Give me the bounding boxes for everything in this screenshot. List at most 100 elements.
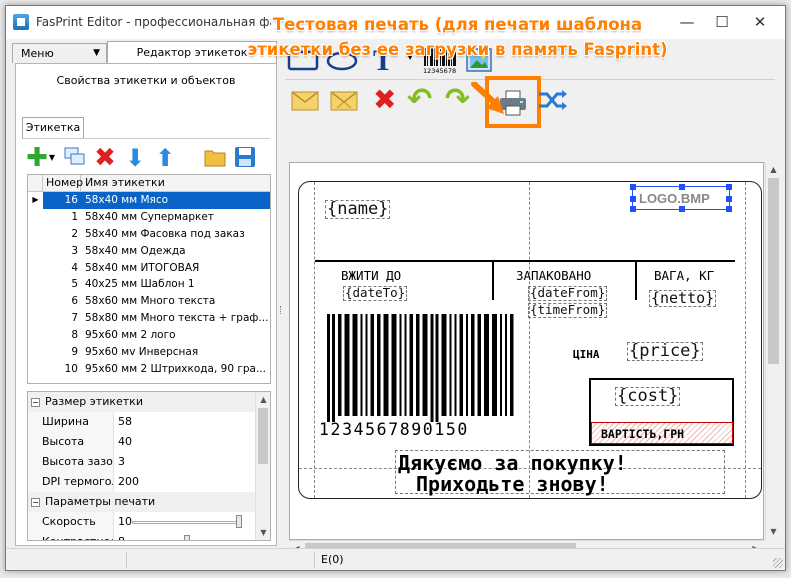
table-row[interactable]: 8 95x60 мм 2 лого	[28, 327, 270, 344]
table-row[interactable]: 2 58x40 мм Фасовка под заказ	[28, 226, 270, 243]
table-row[interactable]: 5 40x25 мм Шаблон 1	[28, 276, 270, 293]
property-value[interactable]: 3	[114, 452, 270, 472]
editor-area: T ▼ 12345678 ✖ ↶ ↷ {name} LOGO.BMP ВЖИТИ…	[285, 42, 781, 562]
row-selector[interactable]	[28, 243, 43, 260]
column-header-number[interactable]: Номер	[43, 175, 83, 191]
table-row[interactable]: ▶ 16 58x40 мм Мясо	[28, 192, 270, 209]
row-selector[interactable]	[28, 327, 43, 344]
resize-handle[interactable]	[726, 206, 732, 212]
delete-object-icon[interactable]: ✖	[373, 84, 396, 116]
property-row-contrast[interactable]: Контрастность 8	[28, 532, 270, 540]
resize-handle[interactable]	[679, 184, 685, 190]
time-from-field[interactable]: {timeFrom}	[528, 303, 608, 318]
maximize-button[interactable]: ☐	[707, 10, 737, 34]
move-up-icon[interactable]: ⬆	[152, 146, 178, 170]
resize-handle[interactable]	[679, 206, 685, 212]
table-row[interactable]: 7 58x80 мм Много текста + граф...	[28, 310, 270, 327]
collapse-icon[interactable]: −	[31, 397, 40, 407]
row-selector[interactable]	[28, 226, 43, 243]
barcode-bar	[360, 314, 363, 416]
collapse-icon[interactable]: −	[31, 497, 40, 507]
resize-handle[interactable]	[630, 184, 636, 190]
cost-title-box[interactable]: ВАРТІСТЬ,ГРН	[591, 422, 733, 444]
column-header-name[interactable]: Имя этикетки	[81, 175, 270, 191]
row-selector[interactable]	[28, 209, 43, 226]
property-value[interactable]: 58	[114, 412, 270, 432]
thanks-text-box[interactable]: Дякуємо за покупку! Приходьте знову!	[395, 450, 725, 496]
property-value: 8	[118, 535, 125, 540]
table-row[interactable]: 4 58x40 мм ИТОГОВАЯ	[28, 260, 270, 277]
barcode-bar	[332, 314, 335, 422]
property-grid-scrollbar[interactable]: ▲ ▼	[255, 392, 270, 540]
move-down-icon[interactable]: ⬇	[122, 146, 148, 170]
row-selector[interactable]	[28, 293, 43, 310]
close-button[interactable]: ✕	[745, 10, 775, 34]
resize-handle[interactable]	[630, 206, 636, 212]
name-field[interactable]: {name}	[325, 200, 391, 219]
property-row-gap[interactable]: Высота зазор... 3	[28, 452, 270, 472]
speed-slider-cell[interactable]: 10	[114, 512, 270, 532]
row-selector[interactable]	[28, 260, 43, 277]
resize-grip-icon[interactable]	[773, 558, 783, 568]
canvas-vertical-scrollbar[interactable]: ▲ ▼	[765, 162, 780, 540]
barcode-bar	[441, 314, 447, 416]
cost-field[interactable]: {cost}	[615, 387, 681, 406]
category-label-size[interactable]: − Размер этикетки	[28, 392, 270, 412]
scroll-thumb[interactable]	[258, 408, 268, 464]
property-row-dpi[interactable]: DPI термогол... 200	[28, 472, 270, 492]
chevron-down-icon[interactable]: ▼	[46, 146, 58, 170]
property-value[interactable]: 200	[114, 472, 270, 492]
table-row[interactable]: 1 58x40 мм Супермаркет	[28, 209, 270, 226]
property-row-speed[interactable]: Скорость 10	[28, 512, 270, 532]
tab-menu[interactable]: Меню ▼	[12, 43, 107, 63]
scroll-up-icon[interactable]: ▲	[256, 392, 270, 407]
scroll-thumb[interactable]	[768, 178, 779, 364]
scroll-down-icon[interactable]: ▼	[256, 525, 270, 540]
row-selector[interactable]	[28, 276, 43, 293]
label-number: 5	[71, 278, 78, 291]
barcode[interactable]	[325, 314, 525, 422]
mail-icon[interactable]	[290, 86, 320, 117]
mail-send-icon[interactable]	[329, 86, 359, 117]
undo-icon[interactable]: ↶	[407, 84, 432, 116]
contrast-slider-cell[interactable]: 8	[114, 532, 270, 540]
property-row-width[interactable]: Ширина 58	[28, 412, 270, 432]
price-field[interactable]: {price}	[627, 342, 703, 361]
scroll-down-icon[interactable]: ▼	[766, 524, 781, 539]
splitter-handle[interactable]	[280, 306, 284, 314]
label-canvas[interactable]: {name} LOGO.BMP ВЖИТИ ДО {dateTo} ЗАПАКО…	[289, 162, 764, 540]
logo-field[interactable]: LOGO.BMP	[630, 184, 732, 212]
resize-handle[interactable]	[630, 196, 636, 202]
netto-field[interactable]: {netto}	[649, 290, 717, 307]
copy-label-icon[interactable]	[62, 146, 88, 170]
property-row-height[interactable]: Высота 40	[28, 432, 270, 452]
open-folder-icon[interactable]	[202, 146, 228, 170]
table-row[interactable]: 3 58x40 мм Одежда	[28, 243, 270, 260]
tab-label[interactable]: Этикетка	[22, 117, 84, 138]
speed-slider[interactable]	[132, 521, 242, 524]
speed-slider-thumb[interactable]	[236, 515, 242, 528]
row-selector[interactable]	[28, 310, 43, 327]
row-selector[interactable]	[28, 361, 43, 378]
property-value[interactable]: 40	[114, 432, 270, 452]
current-row-indicator-icon[interactable]: ▶	[28, 192, 43, 209]
date-from-field[interactable]: {dateFrom}	[528, 286, 608, 301]
redo-icon[interactable]: ↷	[445, 84, 470, 116]
table-row[interactable]: 6 58x60 мм Много текста	[28, 293, 270, 310]
save-icon[interactable]	[232, 146, 258, 170]
category-print-params[interactable]: − Параметры печати	[28, 492, 270, 512]
date-to-field[interactable]: {dateTo}	[343, 286, 408, 301]
row-selector[interactable]	[28, 344, 43, 361]
contrast-slider-thumb[interactable]	[184, 535, 190, 540]
resize-handle[interactable]	[726, 184, 732, 190]
table-row[interactable]: 10 95x60 мм 2 Штрихкода, 90 гра...	[28, 361, 270, 378]
barcode-bar	[449, 314, 452, 416]
label-preview[interactable]: {name} LOGO.BMP ВЖИТИ ДО {dateTo} ЗАПАКО…	[298, 181, 762, 499]
scroll-up-icon[interactable]: ▲	[766, 162, 781, 177]
table-row[interactable]: 9 95x60 мv Инверсная	[28, 344, 270, 361]
shuffle-icon[interactable]	[537, 88, 569, 115]
delete-label-icon[interactable]: ✖	[92, 145, 118, 171]
barcode-bar	[500, 314, 502, 416]
barcode-bar	[477, 314, 481, 416]
resize-handle[interactable]	[726, 196, 732, 202]
